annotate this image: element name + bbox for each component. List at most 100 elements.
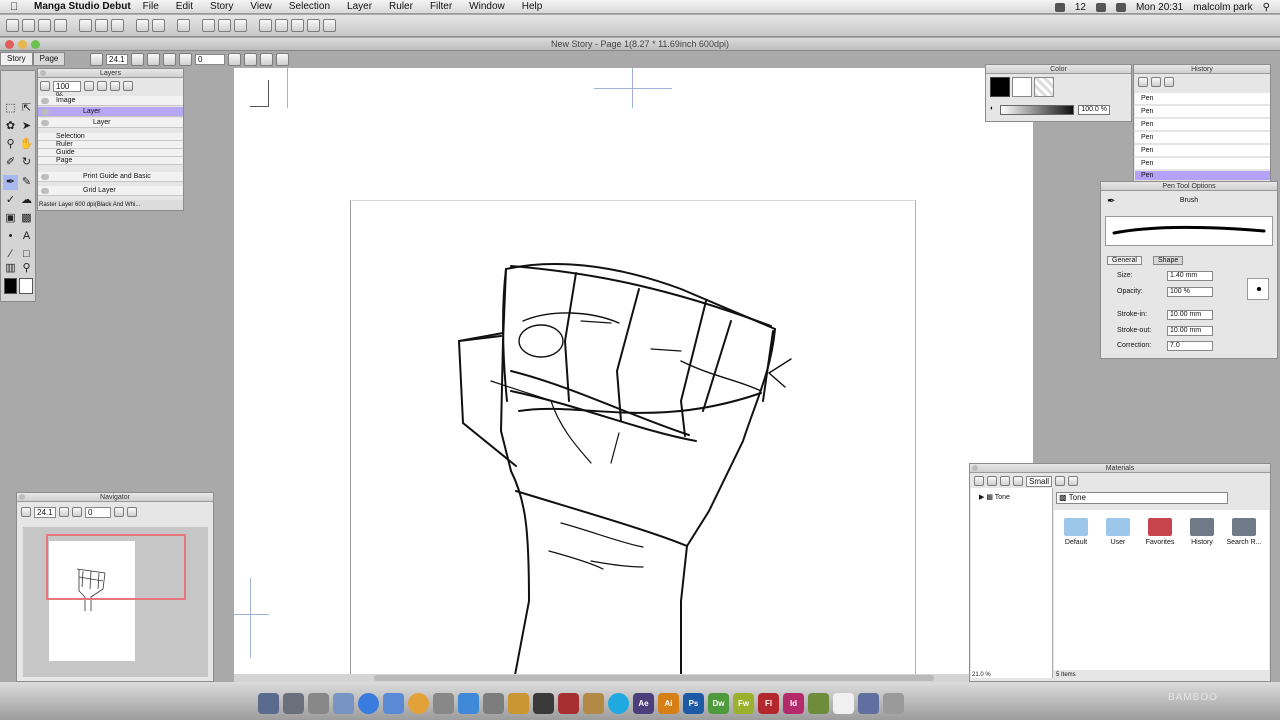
layer-row[interactable]: Layer bbox=[38, 107, 183, 117]
materials-new-icon[interactable] bbox=[1000, 476, 1010, 486]
zoom-fit-icon[interactable] bbox=[21, 507, 31, 517]
layer-opacity-field[interactable]: 100 % bbox=[53, 80, 81, 100]
open-icon[interactable] bbox=[22, 19, 35, 32]
material-history[interactable]: History bbox=[1180, 514, 1224, 558]
dotpen-tool-icon[interactable]: • bbox=[3, 229, 18, 244]
menubar-status-icon[interactable] bbox=[1054, 2, 1065, 12]
transform-icon[interactable] bbox=[202, 19, 215, 32]
grid-app-icon[interactable] bbox=[858, 692, 879, 714]
menu-story[interactable]: Story bbox=[210, 1, 233, 12]
menu-ruler[interactable]: Ruler bbox=[389, 1, 413, 12]
menu-filter[interactable]: Filter bbox=[430, 1, 452, 12]
material-search[interactable]: Search R... bbox=[1222, 514, 1266, 558]
rotate-right-icon[interactable] bbox=[114, 507, 124, 517]
list-view-icon[interactable] bbox=[1068, 476, 1078, 486]
gradient-tool-icon[interactable]: ▥ bbox=[3, 261, 18, 276]
rotate-left-icon[interactable] bbox=[163, 52, 176, 66]
layer-mode-icon[interactable] bbox=[40, 81, 50, 91]
skype-icon[interactable] bbox=[608, 692, 629, 714]
layer-row[interactable]: Page bbox=[38, 157, 183, 165]
materials-forward-icon[interactable] bbox=[987, 476, 997, 486]
flip-vertical-icon[interactable] bbox=[244, 52, 257, 66]
delete-layer-icon[interactable] bbox=[123, 81, 133, 91]
page-canvas[interactable] bbox=[350, 200, 916, 676]
background-color-swatch[interactable] bbox=[19, 278, 33, 294]
grid-icon[interactable] bbox=[275, 19, 288, 32]
layer-row[interactable]: Ruler bbox=[38, 141, 183, 149]
material-user[interactable]: User bbox=[1096, 514, 1140, 558]
paste-icon[interactable] bbox=[111, 19, 124, 32]
zoom-icon[interactable] bbox=[31, 40, 40, 49]
color-background-swatch[interactable] bbox=[1012, 77, 1032, 97]
mission-control-icon[interactable] bbox=[308, 692, 329, 714]
history-item[interactable]: Pen bbox=[1135, 119, 1270, 131]
rotate-icon[interactable] bbox=[234, 19, 247, 32]
layer-row[interactable]: Selection bbox=[38, 133, 183, 141]
canvas-zoom-field[interactable]: 24.1 bbox=[106, 53, 128, 65]
menu-file[interactable]: File bbox=[143, 1, 159, 12]
pencil-app-icon[interactable] bbox=[508, 692, 529, 714]
eye-icon[interactable] bbox=[41, 188, 49, 194]
terminal-icon[interactable] bbox=[533, 692, 554, 714]
stroke-in-field[interactable]: 10.00 mm bbox=[1167, 310, 1213, 320]
tab-page[interactable]: Page bbox=[32, 52, 66, 66]
photoshop-icon[interactable]: Ps bbox=[683, 692, 704, 714]
lasso-tool-icon[interactable]: ✿ bbox=[3, 119, 18, 134]
layer-row[interactable]: Print Guide and Basic bbox=[38, 172, 183, 182]
sketchbook-icon[interactable] bbox=[583, 692, 604, 714]
materials-folder-select[interactable]: ▩ Tone bbox=[1056, 492, 1228, 504]
lock-icon[interactable] bbox=[110, 81, 120, 91]
close-icon[interactable] bbox=[19, 494, 25, 500]
material-default[interactable]: Default bbox=[1054, 514, 1098, 558]
snap-icon[interactable] bbox=[291, 19, 304, 32]
materials-view-mode[interactable]: Small bbox=[1026, 475, 1052, 487]
scrollbar-thumb[interactable] bbox=[374, 675, 934, 681]
tab-shape[interactable]: Shape bbox=[1153, 256, 1184, 265]
eye-icon[interactable] bbox=[41, 174, 49, 180]
opacity-slider[interactable] bbox=[1000, 105, 1074, 115]
messages-icon[interactable] bbox=[833, 692, 854, 714]
system-preferences-icon[interactable] bbox=[483, 692, 504, 714]
close-icon[interactable] bbox=[40, 70, 46, 76]
launchpad-icon[interactable] bbox=[283, 692, 304, 714]
layer-row[interactable]: Grid Layer bbox=[38, 186, 183, 196]
cut-icon[interactable] bbox=[79, 19, 92, 32]
close-icon[interactable] bbox=[5, 40, 14, 49]
flip-horizontal-icon[interactable] bbox=[228, 52, 241, 66]
user-name[interactable]: malcolm park bbox=[1193, 2, 1252, 13]
materials-delete-icon[interactable] bbox=[1013, 476, 1023, 486]
menu-window[interactable]: Window bbox=[469, 1, 505, 12]
save-icon[interactable] bbox=[38, 19, 51, 32]
color-foreground-swatch[interactable] bbox=[990, 77, 1010, 97]
menu-selection[interactable]: Selection bbox=[289, 1, 330, 12]
rotate-right-icon[interactable] bbox=[179, 52, 192, 66]
layer-row[interactable]: Layer bbox=[38, 118, 183, 128]
pencil-tool-icon[interactable]: ✎ bbox=[19, 175, 34, 190]
new-icon[interactable] bbox=[6, 19, 19, 32]
canvas-workspace[interactable] bbox=[234, 68, 1033, 676]
navigator-zoom-field[interactable]: 24.1 bbox=[34, 506, 56, 518]
hand-icon[interactable] bbox=[260, 52, 273, 66]
spotlight-icon[interactable]: ⚲ bbox=[1263, 2, 1270, 13]
manga-studio-icon[interactable] bbox=[558, 692, 579, 714]
reset-view-icon[interactable] bbox=[276, 52, 289, 66]
tab-general[interactable]: General bbox=[1107, 256, 1142, 265]
stroke-out-field[interactable]: 10.00 mm bbox=[1167, 326, 1213, 336]
history-item[interactable]: Pen bbox=[1135, 132, 1270, 144]
navigator-preview[interactable] bbox=[23, 527, 208, 677]
guide-icon[interactable] bbox=[307, 19, 320, 32]
menu-layer[interactable]: Layer bbox=[347, 1, 372, 12]
undo-icon[interactable] bbox=[136, 19, 149, 32]
text-tool-icon[interactable]: A bbox=[19, 229, 34, 244]
indesign-icon[interactable]: Id bbox=[783, 692, 804, 714]
history-item[interactable]: Pen bbox=[1135, 106, 1270, 118]
new-folder-icon[interactable] bbox=[97, 81, 107, 91]
selection-tool-icon[interactable]: ⬚ bbox=[3, 101, 18, 116]
apple-icon[interactable]:  bbox=[10, 1, 24, 13]
trash-icon[interactable] bbox=[883, 692, 904, 714]
layer-row[interactable]: Image bbox=[38, 96, 183, 106]
rectangle-tool-icon[interactable]: □ bbox=[19, 247, 34, 262]
eye-icon[interactable] bbox=[41, 120, 49, 126]
after-effects-icon[interactable]: Ae bbox=[633, 692, 654, 714]
fill-tool-icon[interactable]: ▩ bbox=[19, 211, 34, 226]
